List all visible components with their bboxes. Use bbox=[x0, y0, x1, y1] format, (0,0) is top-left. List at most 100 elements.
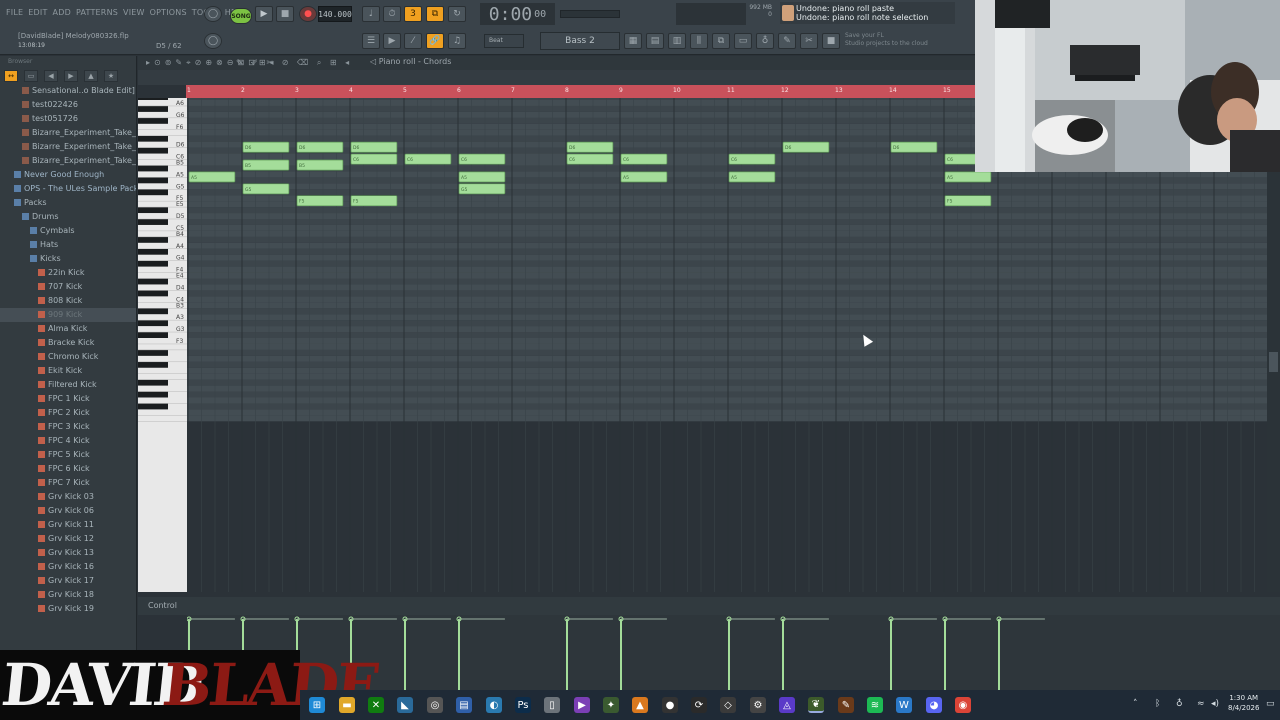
spotify-icon[interactable]: ≋ bbox=[867, 697, 883, 713]
browser-item[interactable]: Grv Kick 19 bbox=[0, 602, 136, 616]
browser-item[interactable]: FPC 4 Kick bbox=[0, 434, 136, 448]
browser-expand-icon[interactable]: ↔ bbox=[4, 70, 18, 82]
note-grid[interactable]: A5 D6 B5 G5 D6 B5 F5 D6 C6 F5 C6 C6 A5 G5 D6 C6 C6 A5 C6 A5… bbox=[187, 98, 1267, 592]
black-key[interactable] bbox=[138, 290, 168, 297]
premiere-icon[interactable]: ▶ bbox=[574, 697, 590, 713]
mixer-icon[interactable]: ♫ bbox=[448, 33, 466, 49]
snap-select[interactable]: Beat bbox=[484, 34, 524, 48]
black-key[interactable] bbox=[138, 98, 168, 100]
browser-item[interactable]: OPS - The ULes Sample Pack bbox=[0, 182, 136, 196]
menu-item-add[interactable]: ADD bbox=[53, 8, 71, 17]
browser-item[interactable]: Grv Kick 11 bbox=[0, 518, 136, 532]
black-key[interactable] bbox=[138, 135, 168, 142]
menu-item-edit[interactable]: EDIT bbox=[28, 8, 47, 17]
tempo-display[interactable]: 140.000 bbox=[318, 6, 352, 22]
browser-item[interactable]: 808 Kick bbox=[0, 294, 136, 308]
black-key[interactable] bbox=[138, 379, 168, 386]
browser-item[interactable]: Never Good Enough bbox=[0, 168, 136, 182]
black-key[interactable] bbox=[138, 308, 168, 315]
browser-item[interactable]: Bizarre_Experiment_Take_4 bbox=[0, 154, 136, 168]
chrome-icon[interactable]: ◉ bbox=[955, 697, 971, 713]
tool-mic-icon[interactable]: ♁ bbox=[756, 33, 774, 49]
browser-item[interactable]: Filtered Kick bbox=[0, 378, 136, 392]
browser-item[interactable]: Bracke Kick bbox=[0, 336, 136, 350]
black-key[interactable] bbox=[138, 207, 168, 214]
browser-forward-icon[interactable]: ▶ bbox=[64, 70, 78, 82]
browser-item[interactable]: Alma Kick bbox=[0, 322, 136, 336]
loop-record-icon[interactable]: ↻ bbox=[448, 6, 466, 22]
black-key[interactable] bbox=[138, 278, 168, 285]
menu-item-file[interactable]: FILE bbox=[6, 8, 23, 17]
tray-chevron-icon[interactable]: ˄ bbox=[1133, 699, 1138, 709]
browser-back-icon[interactable]: ◀ bbox=[44, 70, 58, 82]
blend-notes-icon[interactable]: ⧉ bbox=[426, 6, 444, 22]
piano-keyboard[interactable]: A6 G6 F6 D6 C6 B5 A5 G5 F5 E5 D5 C5 B4 A4 G4 F4 E4 D4 C4 B3… bbox=[138, 98, 187, 592]
browser-item[interactable]: Grv Kick 18 bbox=[0, 588, 136, 602]
play-button[interactable]: ▶ bbox=[255, 6, 273, 22]
tool-chain-icon[interactable]: ⧉ bbox=[712, 33, 730, 49]
browser-file-icon[interactable]: ▭ bbox=[24, 70, 38, 82]
record-button[interactable]: ● bbox=[299, 6, 317, 22]
news-panel[interactable]: Save your FL Studio projects to the cloud bbox=[845, 32, 945, 48]
browser-item[interactable]: Cymbals bbox=[0, 224, 136, 238]
tools-icon[interactable]: ✦ bbox=[603, 697, 619, 713]
notification-icon[interactable]: ▭ bbox=[1266, 699, 1275, 709]
browser-up-icon[interactable]: ▲ bbox=[84, 70, 98, 82]
tool-plugin-icon[interactable]: ✎ bbox=[778, 33, 796, 49]
black-key[interactable] bbox=[138, 361, 168, 368]
black-key[interactable] bbox=[138, 165, 168, 172]
tool-grid-icon[interactable]: ▥ bbox=[668, 33, 686, 49]
browser-item[interactable]: Grv Kick 06 bbox=[0, 504, 136, 518]
tool-stamp-icon[interactable]: ▦ bbox=[624, 33, 642, 49]
browser-item[interactable]: FPC 5 Kick bbox=[0, 448, 136, 462]
capture-icon[interactable]: ⟳ bbox=[691, 697, 707, 713]
black-key[interactable] bbox=[138, 147, 168, 154]
browser-item[interactable]: Bizarre_Experiment_Take_3 bbox=[0, 140, 136, 154]
black-key[interactable] bbox=[138, 391, 168, 398]
notepad-icon[interactable]: ▤ bbox=[456, 697, 472, 713]
browser-item[interactable]: Grv Kick 03 bbox=[0, 490, 136, 504]
bluetooth-icon[interactable]: ᛒ bbox=[1155, 699, 1160, 709]
wait-input-icon[interactable]: ⏱ bbox=[383, 6, 401, 22]
browser-item[interactable]: 707 Kick bbox=[0, 280, 136, 294]
browser-item[interactable]: Grv Kick 13 bbox=[0, 546, 136, 560]
black-key[interactable] bbox=[138, 260, 168, 267]
browser-item[interactable]: FPC 3 Kick bbox=[0, 420, 136, 434]
black-key[interactable] bbox=[138, 117, 168, 124]
photoshop-icon[interactable]: Ps bbox=[515, 697, 531, 713]
black-key[interactable] bbox=[138, 403, 168, 410]
black-key[interactable] bbox=[138, 219, 168, 225]
discord-icon[interactable]: ◕ bbox=[926, 697, 942, 713]
xbox-icon[interactable]: ✕ bbox=[368, 697, 384, 713]
black-key[interactable] bbox=[138, 248, 168, 255]
browser-item[interactable]: FPC 7 Kick bbox=[0, 476, 136, 490]
tool-arp-icon[interactable]: ▤ bbox=[646, 33, 664, 49]
browser-item[interactable]: test051726 bbox=[0, 112, 136, 126]
channel-selector[interactable]: Bass 2 bbox=[540, 32, 620, 50]
black-key[interactable] bbox=[138, 177, 168, 184]
browser-item[interactable]: FPC 2 Kick bbox=[0, 406, 136, 420]
link-icon[interactable]: 🔗 bbox=[426, 33, 444, 49]
browser-item[interactable]: FPC 6 Kick bbox=[0, 462, 136, 476]
piano-roll-icon[interactable]: ▶ bbox=[383, 33, 401, 49]
settings-icon[interactable]: ⚙ bbox=[750, 697, 766, 713]
system-clock[interactable]: 1:30 AM 8/4/2026 bbox=[1228, 693, 1259, 713]
browser-item[interactable]: 22in Kick bbox=[0, 266, 136, 280]
master-volume-slider[interactable] bbox=[560, 10, 620, 18]
vertical-scrollbar[interactable] bbox=[1267, 98, 1280, 592]
browser-item[interactable]: Kicks bbox=[0, 252, 136, 266]
steam-icon[interactable]: ◎ bbox=[427, 697, 443, 713]
browser-item[interactable]: Ekit Kick bbox=[0, 364, 136, 378]
browser-item[interactable]: Chromo Kick bbox=[0, 350, 136, 364]
black-key[interactable] bbox=[138, 320, 168, 327]
black-key[interactable] bbox=[138, 349, 168, 356]
edit-tools[interactable]: ✎ ✐ ✂ ⊘ ⌫ ⌕ ⊞ ◂ bbox=[236, 58, 352, 68]
tool-stop-icon[interactable]: ■ bbox=[822, 33, 840, 49]
browser-item[interactable]: Sensational..o Blade Edit] bbox=[0, 84, 136, 98]
start-icon[interactable]: ⊞ bbox=[309, 697, 325, 713]
control-lane-label[interactable]: Control bbox=[148, 601, 177, 610]
browser-item[interactable]: Hats bbox=[0, 238, 136, 252]
timeline-ruler[interactable]: 1 2 3 4 5 6 7 8 9 10 11 12 13 14 15 bbox=[186, 85, 975, 98]
browser-item[interactable]: Bizarre_Experiment_Take_2 bbox=[0, 126, 136, 140]
playlist-icon[interactable]: ☰ bbox=[362, 33, 380, 49]
